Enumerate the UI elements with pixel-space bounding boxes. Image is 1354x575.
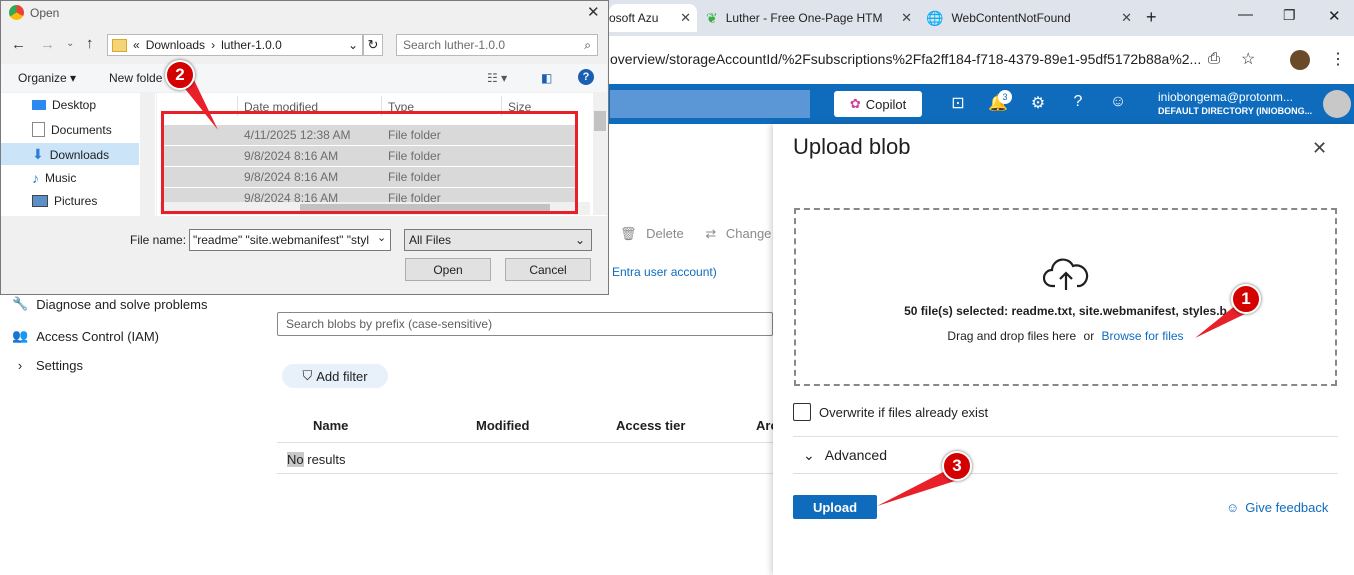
annotation-arrows bbox=[182, 80, 1247, 506]
annotation-badge-2: 2 bbox=[165, 60, 195, 90]
annotation-badge-3: 3 bbox=[942, 451, 972, 481]
annotation-badge-1: 1 bbox=[1231, 284, 1261, 314]
